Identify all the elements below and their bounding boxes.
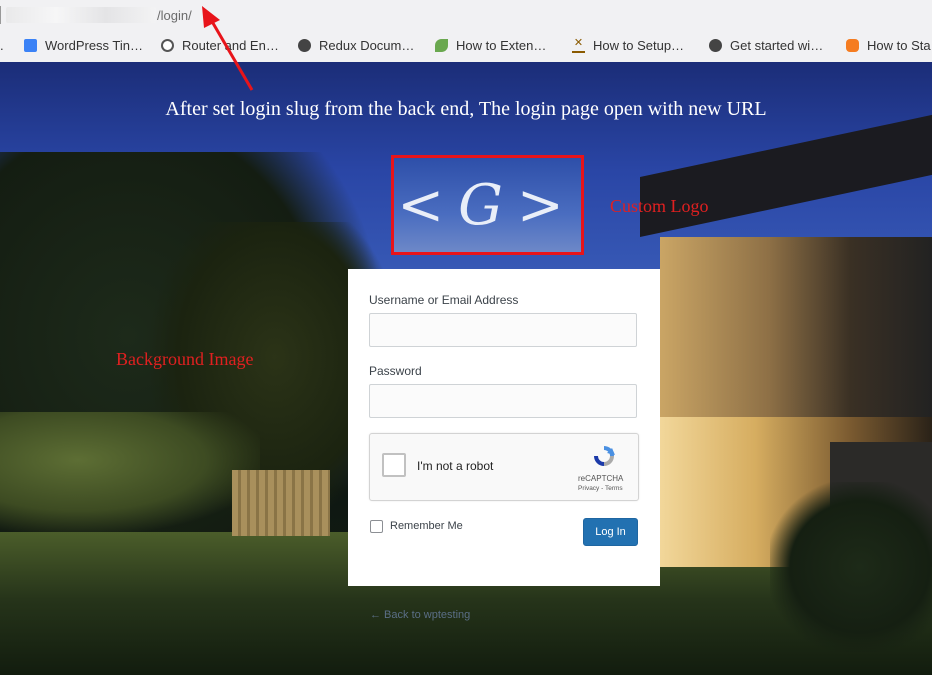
recaptcha-terms-link[interactable]: Privacy - Terms [578,485,623,492]
url-path[interactable]: /login/ [157,8,192,23]
house-upper-floor [660,237,932,417]
login-button[interactable]: Log In [583,518,638,546]
recaptcha-checkbox[interactable] [382,453,406,477]
back-to-site-link[interactable]: ← Back to wptesting [370,609,470,621]
username-label: Username or Email Address [369,293,519,307]
password-input[interactable] [369,384,637,418]
bookmark-get-started[interactable]: Get started wi… [709,38,823,53]
leaf-icon [435,39,448,52]
annotation-arrow [202,6,254,91]
bookmark-wordpress-tin[interactable]: WordPress Tin… [24,38,143,53]
house-roof [640,113,932,237]
bookmark-how-to-exten[interactable]: How to Exten… [435,38,546,53]
password-label: Password [369,364,422,378]
bookmarks-bar: . WordPress Tin… Router and En… Redux Do… [0,30,932,63]
login-form: Username or Email Address Password I'm n… [348,269,660,586]
bookmark-how-to-sta[interactable]: How to Sta [846,38,931,53]
annotation-custom-logo: Custom Logo [610,196,709,216]
recaptcha-label: I'm not a robot [417,459,494,473]
fence [232,470,330,536]
bookmark-redux-docum[interactable]: Redux Docum… [298,38,414,53]
remember-me-label[interactable]: Remember Me [390,520,463,532]
orange-app-icon [846,39,859,52]
address-bar[interactable]: /login/ [0,0,932,30]
recaptcha-brand: reCAPTCHA [578,474,624,483]
url-domain-redacted [6,7,156,23]
username-input[interactable] [369,313,637,347]
annotation-top-note: After set login slug from the back end, … [165,98,767,120]
logo-text: <G> [397,172,578,238]
wordpress-tin-icon [24,39,37,52]
recaptcha-icon [594,446,615,466]
annotation-background-image: Background Image [116,349,254,369]
wordpress-icon [161,39,174,52]
bookmark-x-icon: ✕ [572,38,585,53]
globe-icon [298,39,311,52]
tree-right [770,482,932,652]
remember-me-checkbox[interactable] [370,520,383,533]
bookmark-how-to-setup[interactable]: ✕ How to Setup… [572,38,684,53]
recaptcha-widget: I'm not a robot reCAPTCHA Privacy - Term… [369,433,639,501]
custom-logo[interactable]: <G> [391,155,584,255]
hedge [0,412,260,532]
bookmark-overflow-fragment: . [0,38,4,53]
url-cursor [0,6,1,24]
globe-icon [709,39,722,52]
